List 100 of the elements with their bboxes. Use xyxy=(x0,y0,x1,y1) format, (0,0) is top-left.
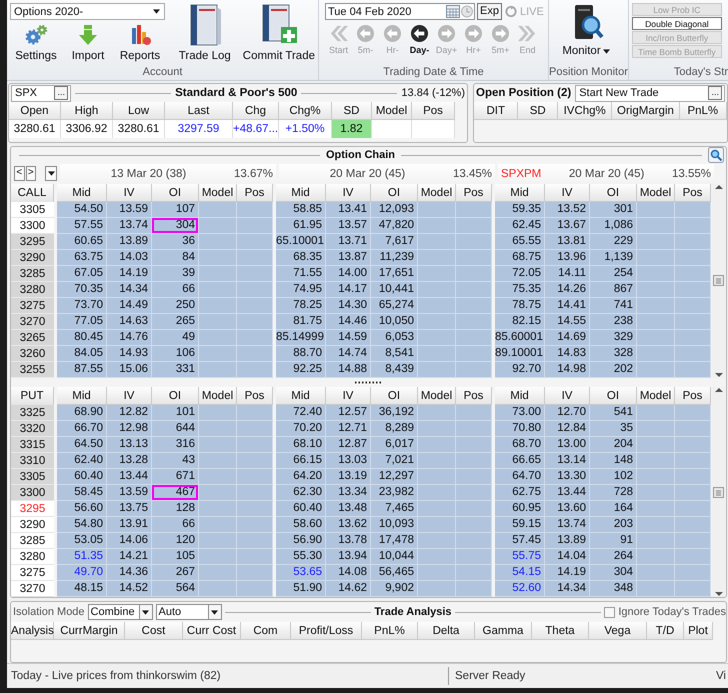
column-header[interactable]: Com xyxy=(241,622,291,640)
column-header[interactable]: IV xyxy=(326,387,371,405)
search-icon[interactable] xyxy=(708,147,724,164)
dropdown-button[interactable] xyxy=(45,166,57,182)
column-header[interactable]: PUT xyxy=(11,387,54,405)
table-cell xyxy=(675,202,711,218)
column-header[interactable]: OI xyxy=(152,184,199,202)
time-step-button[interactable]: Day- xyxy=(406,24,433,55)
column-header[interactable]: Plot xyxy=(684,622,713,640)
column-header[interactable]: Mid xyxy=(57,184,107,202)
table-cell xyxy=(675,298,711,314)
column-header[interactable]: Mid xyxy=(495,387,545,405)
column-header[interactable]: Pos xyxy=(675,387,711,405)
column-header[interactable]: Theta xyxy=(532,622,589,640)
column-header[interactable]: OI xyxy=(590,184,637,202)
column-header[interactable]: CALL xyxy=(11,184,54,202)
column-header[interactable]: Vega xyxy=(589,622,647,640)
toolbar-button[interactable]: Settings xyxy=(10,24,62,62)
column-header[interactable]: Curr Cost xyxy=(183,622,241,640)
column-header[interactable]: T/D xyxy=(647,622,684,640)
scroll-up-icon[interactable] xyxy=(714,184,722,190)
column-header[interactable]: Pos xyxy=(675,184,711,202)
toolbar-button[interactable]: Commit Trade xyxy=(240,0,318,66)
column-header[interactable]: Pos xyxy=(456,184,492,202)
column-header[interactable]: Mid xyxy=(57,387,107,405)
column-header[interactable]: IV xyxy=(107,387,152,405)
column-header[interactable]: IV xyxy=(545,184,590,202)
column-header[interactable]: Last xyxy=(165,102,233,120)
column-header[interactable]: Open xyxy=(9,102,61,120)
scroll-down-icon[interactable] xyxy=(714,372,722,378)
account-dropdown[interactable]: Options 2020- xyxy=(10,3,165,20)
scroll-thumb[interactable] xyxy=(713,486,724,498)
mode-dropdown[interactable]: Auto xyxy=(156,604,222,620)
column-header[interactable]: DIT xyxy=(474,102,518,120)
column-header[interactable]: Low xyxy=(113,102,165,120)
column-header[interactable]: High xyxy=(61,102,113,120)
column-header[interactable]: IV xyxy=(326,184,371,202)
splitter-grip[interactable] xyxy=(354,380,384,384)
column-header[interactable]: OrigMargin xyxy=(612,102,680,120)
table-cell xyxy=(237,549,273,565)
column-header[interactable]: SD xyxy=(518,102,558,120)
column-header[interactable]: Pos xyxy=(456,387,492,405)
trade-dropdown[interactable]: Start New Trade ... xyxy=(575,84,725,102)
scrollbar[interactable] xyxy=(712,387,725,597)
column-header[interactable]: Chg% xyxy=(279,102,332,120)
column-header[interactable]: OI xyxy=(152,387,199,405)
toolbar-button[interactable]: Reports xyxy=(114,24,166,62)
column-header[interactable]: IV xyxy=(107,184,152,202)
scroll-up-icon[interactable] xyxy=(714,387,722,393)
isolation-mode-dropdown[interactable]: Combine xyxy=(88,604,153,620)
column-header[interactable]: Mid xyxy=(276,387,326,405)
table-cell xyxy=(418,298,456,314)
column-header[interactable]: Pos xyxy=(237,387,273,405)
toolbar-button[interactable]: Trade Log xyxy=(176,0,234,66)
column-header[interactable]: SD xyxy=(332,102,372,120)
column-header[interactable]: CurrMargin xyxy=(54,622,125,640)
strategy-button[interactable]: Double Diagonal xyxy=(632,17,722,30)
column-header[interactable]: Model xyxy=(418,184,456,202)
column-header[interactable]: IVChg% xyxy=(558,102,612,120)
column-header[interactable]: Delta xyxy=(418,622,475,640)
exp-button[interactable]: Exp xyxy=(477,3,502,20)
table-cell xyxy=(675,362,711,378)
column-header[interactable]: Model xyxy=(199,387,237,405)
column-header[interactable]: Cost xyxy=(125,622,183,640)
column-header[interactable]: Mid xyxy=(495,184,545,202)
table-cell xyxy=(675,218,711,234)
column-header[interactable]: Mid xyxy=(276,184,326,202)
column-header[interactable]: Pos xyxy=(412,102,455,120)
column-header[interactable]: Gamma xyxy=(475,622,532,640)
table-cell: 203 xyxy=(590,517,637,533)
date-field[interactable]: Tue 04 Feb 2020 xyxy=(325,3,475,20)
table-cell xyxy=(237,517,273,533)
column-header[interactable]: Model xyxy=(199,184,237,202)
column-header[interactable]: PnL% xyxy=(680,102,727,120)
monitor-button[interactable]: Monitor xyxy=(562,3,612,57)
table-cell: 3297.59 xyxy=(165,120,233,138)
column-header[interactable]: Model xyxy=(372,102,412,120)
column-header[interactable]: OI xyxy=(371,387,418,405)
column-header[interactable]: Model xyxy=(418,387,456,405)
checkbox[interactable] xyxy=(604,606,616,618)
scrollbar[interactable] xyxy=(712,184,725,378)
nav-button[interactable]: > xyxy=(26,166,36,182)
column-header[interactable]: OI xyxy=(590,387,637,405)
table-cell xyxy=(456,346,492,362)
table-cell: 56.90 xyxy=(276,533,326,549)
symbol-field[interactable]: SPX ... xyxy=(11,84,71,102)
column-header[interactable]: Pos xyxy=(237,184,273,202)
column-header[interactable]: Model xyxy=(637,387,675,405)
scroll-thumb[interactable] xyxy=(713,275,724,286)
column-header[interactable]: Profit/Loss xyxy=(291,622,362,640)
toolbar-button[interactable]: Import xyxy=(62,24,114,62)
column-header[interactable]: Model xyxy=(637,184,675,202)
column-header[interactable]: OI xyxy=(371,184,418,202)
nav-button[interactable]: < xyxy=(14,166,24,182)
strike-cell: 3275 xyxy=(11,298,54,314)
scroll-down-icon[interactable] xyxy=(714,591,722,597)
column-header[interactable]: IV xyxy=(545,387,590,405)
column-header[interactable]: Chg xyxy=(233,102,279,120)
column-header[interactable]: PnL% xyxy=(362,622,418,640)
column-header[interactable]: Analysis xyxy=(11,622,54,640)
